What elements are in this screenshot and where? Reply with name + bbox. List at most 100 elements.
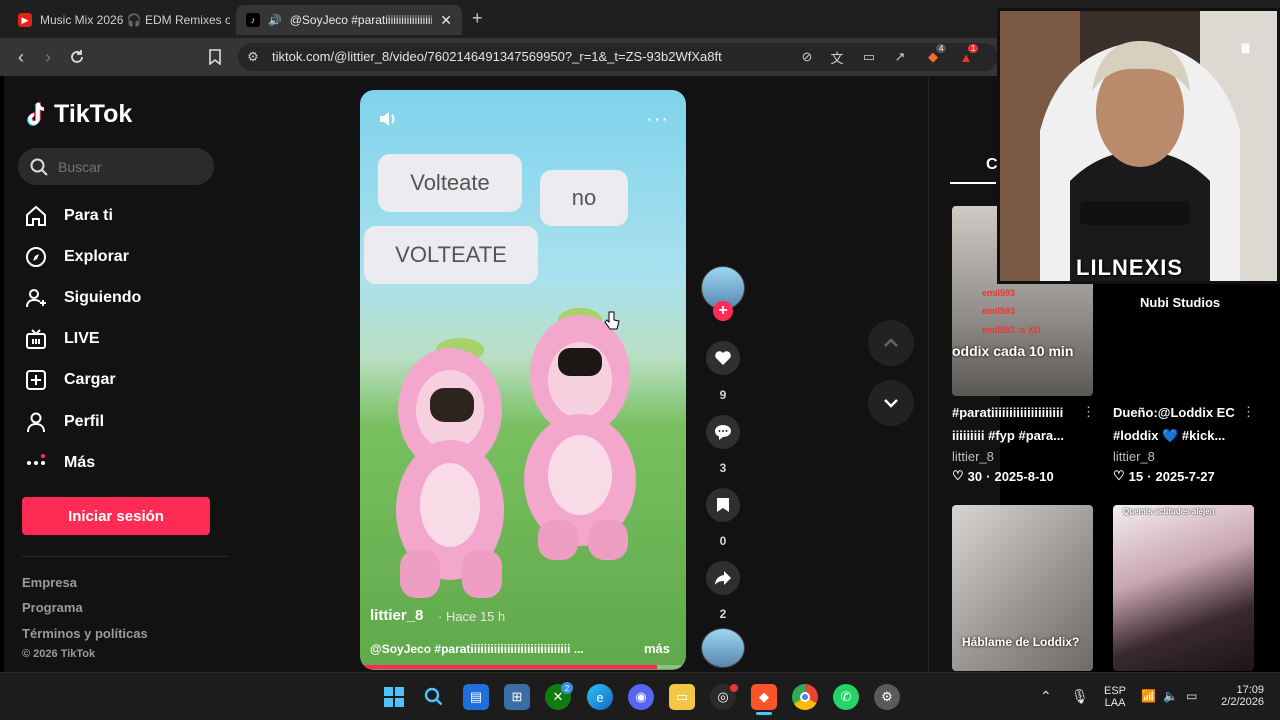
card-title-line2[interactable]: #loddix 💙 #kick...	[1113, 428, 1241, 444]
card-author[interactable]: littier_8	[1113, 449, 1155, 464]
new-tab-button[interactable]: +	[472, 8, 483, 29]
bookmark-icon[interactable]	[204, 46, 226, 68]
site-settings-icon[interactable]: ⚙	[244, 48, 262, 66]
search-box[interactable]	[18, 148, 214, 185]
microphone-icon[interactable]: 🎙	[1071, 688, 1089, 705]
url-text[interactable]: tiktok.com/@littier_8/video/760214649134…	[272, 49, 722, 64]
card-author[interactable]: littier_8	[952, 449, 994, 464]
nav-label: Para ti	[64, 207, 113, 224]
volume-icon[interactable]	[378, 110, 398, 133]
language-indicator[interactable]: ESP LAA	[1104, 685, 1126, 709]
card-title[interactable]: Dueño:@Loddix EC	[1113, 405, 1241, 420]
cast-icon[interactable]: ▭	[860, 48, 878, 66]
nav-label: Más	[64, 454, 96, 471]
speech-bubble: VOLTEATE	[364, 226, 538, 284]
share-arrow-icon	[715, 571, 731, 585]
back-button[interactable]: ‹	[10, 46, 32, 68]
separator-dot: ·	[1147, 468, 1152, 484]
search-taskbar-icon[interactable]	[421, 684, 447, 710]
tab-title: @SoyJeco #paratiiiiiiiiiiiiiiiiii	[289, 13, 433, 27]
heart-icon	[715, 351, 731, 365]
wifi-icon[interactable]: 📶	[1141, 689, 1156, 703]
nav-live[interactable]: LIVE	[24, 325, 100, 353]
tiktok-logo[interactable]: TikTok	[26, 100, 132, 129]
comment-count: 3	[719, 461, 727, 475]
card-stats: ♡ 15 · 2025-7-27	[1113, 468, 1215, 484]
separator-dot: ·	[986, 468, 991, 484]
related-video-thumbnail[interactable]: Quemis actitudes alejen	[1113, 505, 1254, 671]
settings-gear-icon[interactable]: ⚙	[874, 684, 900, 710]
tab-music-mix[interactable]: ▶ Music Mix 2026 🎧 EDM Remixes of	[8, 5, 230, 35]
nav-para-ti[interactable]: Para ti	[24, 202, 113, 230]
speaker-volume-icon[interactable]: 🔈	[1163, 689, 1178, 703]
keyboard-layout: LAA	[1104, 697, 1126, 709]
like-button[interactable]	[706, 341, 740, 375]
discord-icon[interactable]: ◉	[628, 684, 654, 710]
heart-outline-icon: ♡	[1113, 468, 1125, 483]
no-translate-icon[interactable]: ⊘	[798, 48, 816, 66]
caption-more-link[interactable]: más	[644, 641, 670, 656]
file-explorer-icon[interactable]: ▭	[669, 684, 695, 710]
close-tab-icon[interactable]: ✕	[440, 12, 452, 29]
translate-icon[interactable]: 文	[828, 48, 846, 66]
brave-browser-icon[interactable]: ◆	[751, 684, 777, 710]
nav-label: Explorar	[64, 248, 129, 265]
chrome-icon[interactable]	[792, 684, 818, 710]
nav-label: LIVE	[64, 330, 100, 347]
nav-label: Siguiendo	[64, 289, 142, 306]
sound-disc-avatar[interactable]	[701, 628, 745, 668]
nav-siguiendo[interactable]: Siguiendo	[24, 284, 141, 312]
save-count: 0	[719, 534, 727, 548]
next-video-button[interactable]	[868, 380, 914, 426]
share-button[interactable]	[706, 561, 740, 595]
speech-bubble: Volteate	[378, 154, 522, 212]
video-player[interactable]: ··· Volteate no VOLTEATE littier_8 · Hac…	[360, 90, 686, 670]
tab-tiktok-video[interactable]: ♪ 🔊 @SoyJeco #paratiiiiiiiiiiiiiiiiii ✕	[236, 5, 462, 35]
whatsapp-icon[interactable]: ✆	[833, 684, 859, 710]
tray-overflow-chevron-icon[interactable]: ⌃	[1040, 688, 1052, 705]
copyright: © 2026 TikTok	[22, 648, 96, 660]
footer-link-terminos[interactable]: Términos y políticas	[22, 626, 148, 641]
card-title-line2[interactable]: iiiiiiiii #fyp #para...	[952, 428, 1080, 443]
youtube-icon: ▶	[18, 13, 32, 27]
footer-link-programa[interactable]: Programa	[22, 600, 83, 615]
nav-perfil[interactable]: Perfil	[24, 408, 104, 436]
start-windows-icon[interactable]	[381, 684, 407, 710]
live-icon	[24, 327, 48, 351]
card-more-icon[interactable]: ⋮	[1082, 404, 1095, 420]
sidebar-divider	[22, 556, 228, 557]
profile-icon	[24, 410, 48, 434]
more-options-icon[interactable]: ···	[646, 108, 669, 131]
clock[interactable]: 17:09 2/2/2026	[1218, 684, 1264, 708]
tiktok-logo-icon	[27, 101, 45, 126]
card-more-icon[interactable]: ⋮	[1242, 404, 1255, 420]
follow-plus-icon[interactable]: +	[713, 301, 733, 321]
comment-button[interactable]	[706, 415, 740, 449]
previous-video-button[interactable]	[868, 320, 914, 366]
card-date: 2025-7-27	[1155, 468, 1215, 484]
search-input[interactable]	[58, 158, 198, 175]
comment-icon	[715, 425, 731, 440]
edge-icon[interactable]: e	[587, 684, 613, 710]
login-button[interactable]: Iniciar sesión	[22, 497, 210, 535]
nav-cargar[interactable]: Cargar	[24, 366, 116, 394]
battery-icon[interactable]: ▭	[1186, 689, 1197, 703]
footer-link-empresa[interactable]: Empresa	[22, 575, 77, 590]
chat-line: emil593	[982, 288, 1016, 298]
thumbnail-caption: Quemis actitudes alejen	[1123, 507, 1215, 516]
save-button[interactable]	[706, 488, 740, 522]
store-icon[interactable]: ⊞	[504, 684, 530, 710]
forward-button[interactable]: ›	[37, 46, 59, 68]
related-video-thumbnail[interactable]: Háblame de Loddix?	[952, 505, 1093, 671]
nav-mas[interactable]: Más	[24, 449, 95, 477]
task-view-icon[interactable]: ▤	[463, 684, 489, 710]
more-icon	[24, 451, 48, 475]
streamer-name: LILNEXIS	[1076, 255, 1184, 280]
video-author[interactable]: littier_8	[370, 607, 423, 624]
reload-button[interactable]	[66, 46, 88, 68]
video-progress-bar[interactable]	[360, 665, 686, 669]
nav-explorar[interactable]: Explorar	[24, 243, 129, 271]
share-icon[interactable]: ↗	[891, 48, 909, 66]
active-app-indicator	[756, 712, 772, 715]
card-title[interactable]: #paratiiiiiiiiiiiiiiiiiiii	[952, 405, 1080, 420]
